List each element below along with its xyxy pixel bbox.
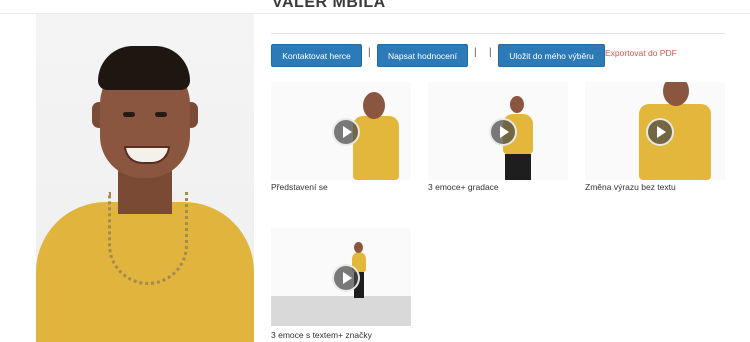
play-icon[interactable] [332, 118, 360, 146]
portrait-chain [108, 192, 188, 285]
heading-divider [271, 33, 725, 34]
figure-shirt [353, 116, 399, 180]
separator: | [474, 47, 477, 58]
video-caption: 3 emoce+ gradace [428, 182, 499, 192]
play-icon[interactable] [489, 118, 517, 146]
figure-head [354, 242, 363, 253]
portrait-eye [155, 112, 167, 117]
video-thumbnail[interactable] [428, 82, 568, 180]
contact-actor-button[interactable]: Kontaktovat herce [271, 44, 362, 67]
actor-portrait [36, 14, 254, 342]
figure-floor [271, 296, 411, 326]
export-pdf-link[interactable]: Exportovat do PDF [605, 48, 677, 58]
portrait-eye [123, 112, 135, 117]
separator: | [368, 47, 371, 58]
play-icon[interactable] [646, 118, 674, 146]
video-thumbnail[interactable] [585, 82, 725, 180]
portrait-hair [98, 46, 190, 90]
figure-head [510, 96, 524, 113]
play-icon[interactable] [332, 264, 360, 292]
video-thumbnail[interactable] [271, 82, 411, 180]
video-caption: Představení se [271, 182, 328, 192]
figure-head [663, 82, 689, 106]
save-to-selection-button[interactable]: Uložit do mého výběru [498, 44, 605, 67]
actor-name: VALER MBILA [272, 0, 386, 11]
write-review-button[interactable]: Napsat hodnocení [377, 44, 468, 67]
figure-legs [505, 154, 531, 180]
figure-head [363, 92, 385, 119]
video-caption: 3 emoce s textem+ značky [271, 330, 372, 340]
video-caption: Změna výrazu bez textu [585, 182, 676, 192]
separator: | [489, 47, 492, 58]
video-thumbnail[interactable] [271, 228, 411, 326]
